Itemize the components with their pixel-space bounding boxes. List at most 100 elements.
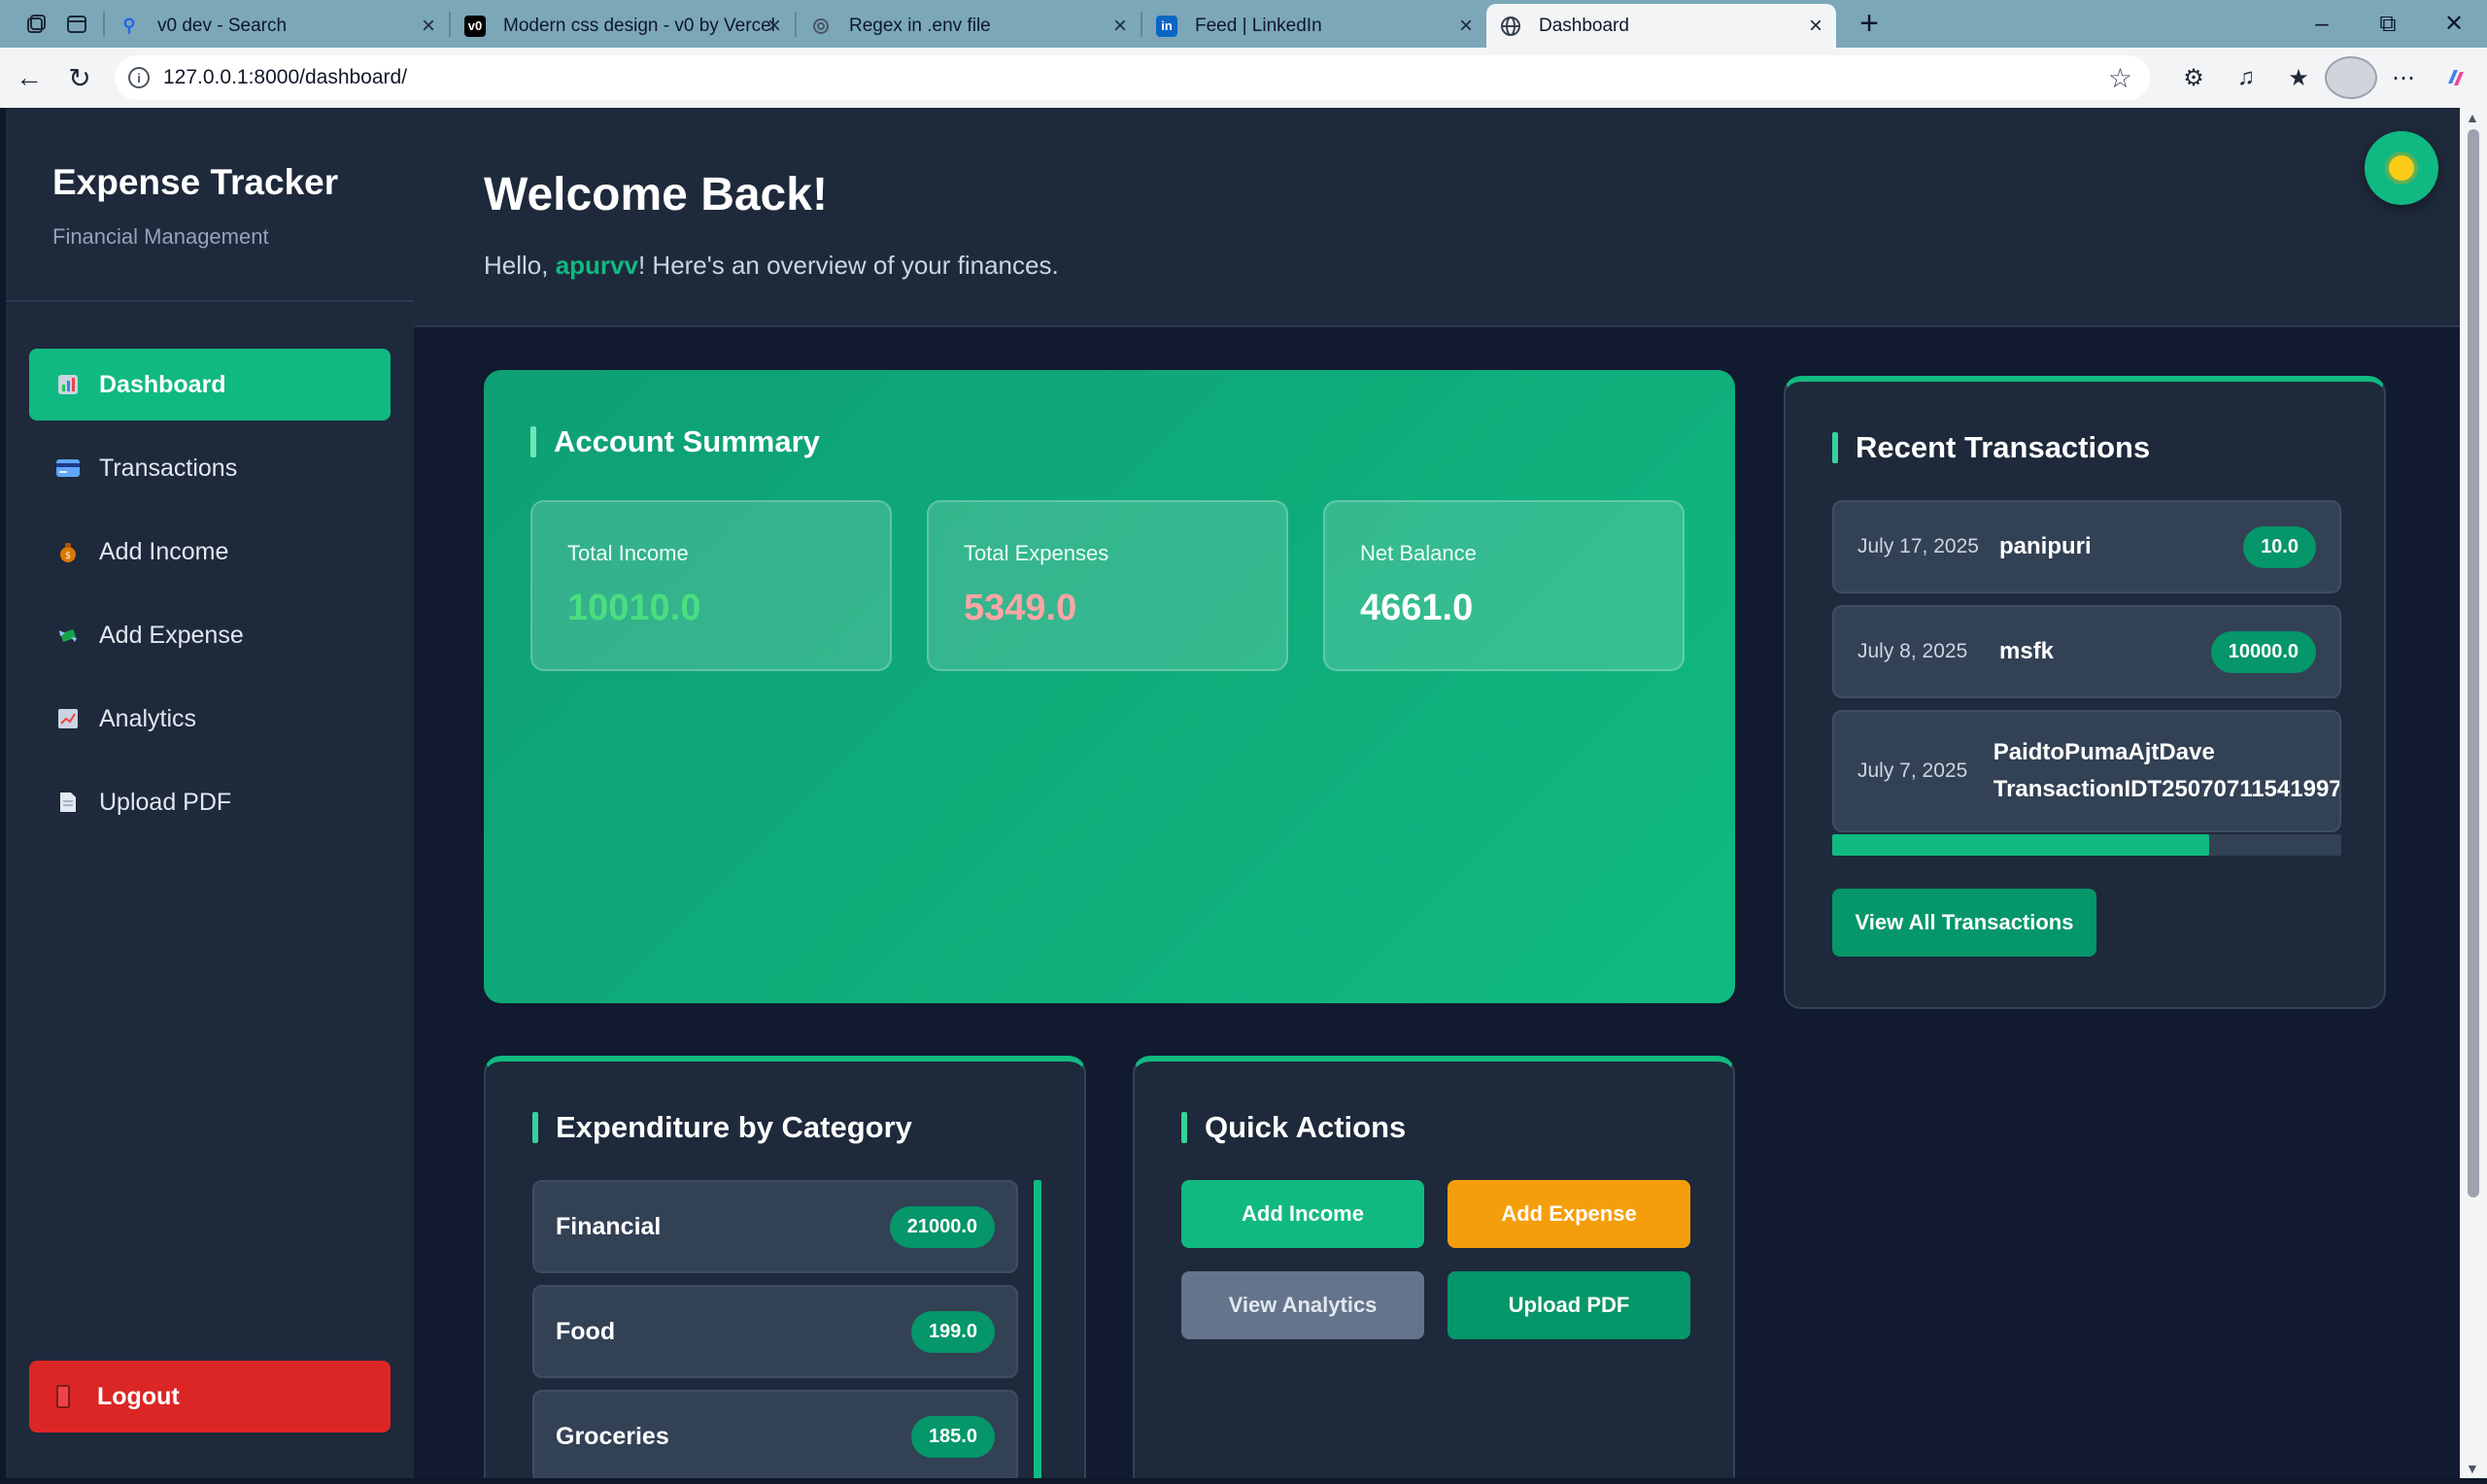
transaction-name: msfk: [1999, 638, 2055, 664]
sidebar-item-transactions[interactable]: Transactions: [29, 432, 391, 504]
tab-actions-icon[interactable]: [58, 6, 95, 43]
transaction-name-line: PaidtoPumaAjtDave: [1993, 739, 2215, 765]
address-bar[interactable]: i 127.0.0.1:8000/dashboard/ ☆: [115, 55, 2150, 100]
close-icon[interactable]: ×: [1809, 13, 1823, 40]
svg-text:$: $: [65, 551, 71, 561]
door-icon: [56, 1385, 70, 1408]
money-wings-icon: [56, 624, 80, 647]
copilot-icon[interactable]: [2430, 56, 2482, 99]
sidebar-item-analytics[interactable]: Analytics: [29, 683, 391, 755]
browser-tab-bar: ⚲ v0 dev - Search × v0 Modern css design…: [0, 0, 2487, 48]
category-item: Food 199.0: [532, 1285, 1018, 1378]
username: apurvv: [555, 251, 638, 280]
account-summary-title: Account Summary: [554, 424, 820, 458]
upload-pdf-button[interactable]: Upload PDF: [1448, 1271, 1690, 1339]
category-scrollbar[interactable]: [1034, 1180, 1041, 1478]
close-icon[interactable]: ×: [1459, 13, 1473, 40]
info-icon[interactable]: i: [128, 67, 150, 88]
sidebar-item-label: Add Expense: [99, 621, 244, 649]
sun-icon: [2389, 155, 2414, 181]
browser-tab[interactable]: ⚲ v0 dev - Search ×: [105, 4, 449, 48]
stat-label: Total Expenses: [964, 541, 1109, 565]
category-amount: 21000.0: [889, 1205, 995, 1248]
theme-toggle-button[interactable]: [2365, 131, 2438, 205]
new-tab-icon[interactable]: +: [1850, 5, 1889, 43]
tab-title: v0 dev - Search: [157, 15, 288, 36]
logout-label: Logout: [97, 1382, 180, 1410]
logout-button[interactable]: Logout: [29, 1361, 391, 1433]
scroll-down-icon[interactable]: ▼: [2466, 1461, 2479, 1476]
sidebar-nav: Dashboard Transactions $ Add Income Add …: [29, 349, 391, 850]
scrollbar-thumb[interactable]: [1832, 834, 2209, 856]
app-subtitle: Financial Management: [52, 224, 269, 249]
title-accent-bar: [530, 426, 536, 457]
money-bag-icon: $: [56, 540, 80, 563]
browser-tab[interactable]: in Feed | LinkedIn ×: [1142, 4, 1486, 48]
category-name: Food: [556, 1317, 616, 1345]
section-title: Quick Actions: [1181, 1110, 1686, 1145]
category-name: Groceries: [556, 1422, 669, 1450]
globe-icon: [1500, 16, 1521, 37]
window-close-icon[interactable]: ✕: [2421, 0, 2487, 48]
add-income-button[interactable]: Add Income: [1181, 1180, 1424, 1248]
total-expenses-stat: Total Expenses 5349.0: [927, 500, 1288, 671]
section-title: Recent Transactions: [1832, 430, 2337, 465]
greeting-suffix: ! Here's an overview of your finances.: [637, 251, 1059, 280]
workspaces-icon[interactable]: [17, 6, 54, 43]
scroll-up-icon[interactable]: ▲: [2466, 110, 2479, 125]
close-icon[interactable]: ×: [767, 13, 781, 40]
stat-label: Total Income: [567, 541, 689, 565]
greeting: Hello, apurvv! Here's an overview of you…: [484, 251, 2460, 281]
quick-actions-grid: Add Income Add Expense View Analytics Up…: [1181, 1180, 1690, 1339]
sidebar-item-dashboard[interactable]: Dashboard: [29, 349, 391, 421]
linkedin-icon: in: [1156, 15, 1177, 37]
sidebar-item-add-income[interactable]: $ Add Income: [29, 516, 391, 588]
sidebar-item-add-expense[interactable]: Add Expense: [29, 599, 391, 671]
trend-icon: [56, 707, 80, 730]
add-expense-button[interactable]: Add Expense: [1448, 1180, 1690, 1248]
sidebar-item-upload-pdf[interactable]: Upload PDF: [29, 766, 391, 838]
close-icon[interactable]: ×: [1113, 13, 1127, 40]
close-icon[interactable]: ×: [422, 13, 435, 40]
section-title: Expenditure by Category: [532, 1110, 1038, 1145]
sidebar-item-label: Transactions: [99, 454, 238, 482]
minimize-icon[interactable]: –: [2289, 0, 2355, 48]
back-icon[interactable]: ←: [8, 56, 51, 99]
tab-title: Modern css design - v0 by Vercel: [503, 15, 775, 36]
profile-avatar[interactable]: [2325, 56, 2377, 99]
browser-tab[interactable]: Regex in .env file ×: [797, 4, 1141, 48]
stat-value: 4661.0: [1360, 588, 1474, 628]
favorites-icon[interactable]: ★: [2272, 56, 2325, 99]
sidebar-item-label: Add Income: [99, 537, 229, 565]
browser-tab-active[interactable]: Dashboard ×: [1486, 4, 1836, 48]
refresh-icon[interactable]: ↻: [58, 56, 101, 99]
main-content: Welcome Back! Hello, apurvv! Here's an o…: [414, 108, 2460, 1478]
view-all-transactions-button[interactable]: View All Transactions: [1832, 889, 2096, 957]
credit-card-icon: [56, 456, 80, 480]
transaction-name: panipuri: [1999, 533, 2092, 559]
account-summary-card: Account Summary Total Income 10010.0 Tot…: [484, 370, 1735, 1003]
category-list: Financial 21000.0 Food 199.0 Groceries 1…: [532, 1180, 1041, 1478]
transaction-item[interactable]: July 17, 2025 panipuri 10.0: [1832, 500, 2341, 593]
favorite-star-icon[interactable]: ☆: [2108, 62, 2132, 94]
transaction-item[interactable]: July 7, 2025 PaidtoPumaAjtDave Transacti…: [1832, 710, 2341, 832]
transaction-item[interactable]: July 8, 2025 msfk 10000.0: [1832, 605, 2341, 698]
category-name: Financial: [556, 1212, 662, 1240]
chart-icon: [56, 373, 80, 396]
media-icon[interactable]: ♫: [2220, 56, 2272, 99]
restore-icon[interactable]: ⧉: [2355, 0, 2421, 48]
chatgpt-icon: [810, 16, 832, 37]
browser-tab[interactable]: v0 Modern css design - v0 by Vercel ×: [451, 4, 795, 48]
sidebar-item-label: Dashboard: [99, 370, 226, 398]
document-icon: [56, 791, 80, 814]
page-scrollbar[interactable]: ▲ ▼: [2460, 108, 2487, 1478]
page-title: Welcome Back!: [484, 169, 828, 220]
browser-toolbar: ← ↻ i 127.0.0.1:8000/dashboard/ ☆ ⚙ ♫ ★ …: [0, 48, 2487, 108]
view-analytics-button[interactable]: View Analytics: [1181, 1271, 1424, 1339]
scrollbar-thumb[interactable]: [2468, 129, 2479, 1197]
extensions-icon[interactable]: ⚙: [2167, 56, 2220, 99]
transaction-scrollbar[interactable]: [1832, 834, 2341, 856]
section-title: Account Summary: [530, 424, 1688, 459]
more-icon[interactable]: ⋯: [2377, 56, 2430, 99]
recent-transactions-card: Recent Transactions July 17, 2025 panipu…: [1784, 376, 2386, 1009]
